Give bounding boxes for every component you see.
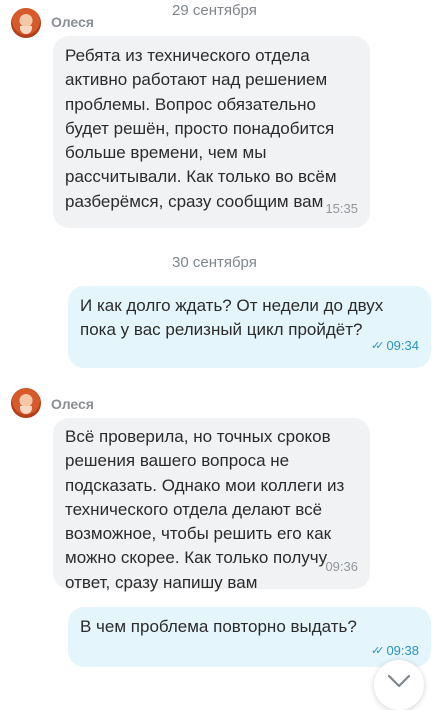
- outgoing-message-bubble[interactable]: И как долго ждать? От недели до двух пок…: [68, 286, 431, 368]
- message-time: 15:35: [325, 200, 358, 216]
- message-text: Всё проверила, но точных сроков решения …: [65, 427, 345, 592]
- double-check-icon: ✓✓: [371, 339, 385, 352]
- message-text: И как долго ждать? От недели до двух пок…: [80, 296, 384, 340]
- outgoing-message-bubble[interactable]: В чем проблема повторно выдать? ✓✓ 09:38: [68, 607, 431, 667]
- incoming-message-bubble[interactable]: Всё проверила, но точных сроков решения …: [53, 418, 370, 592]
- message-time: 09:38: [386, 642, 419, 658]
- message-time: 09:34: [386, 337, 419, 353]
- incoming-message-bubble[interactable]: Ребята из технического отдела активно ра…: [53, 36, 370, 228]
- message-time-group: ✓✓ 09:34: [371, 334, 419, 359]
- message-time: 09:36: [325, 558, 358, 574]
- sender-name: Олеся: [51, 396, 94, 412]
- date-separator: 29 сентября: [160, 0, 269, 21]
- chevron-down-icon: [387, 674, 411, 688]
- avatar[interactable]: [11, 388, 41, 418]
- avatar[interactable]: [11, 8, 41, 38]
- date-separator: 30 сентября: [160, 252, 269, 273]
- sender-name: Олеся: [51, 14, 94, 30]
- message-text: В чем проблема повторно выдать?: [80, 617, 357, 636]
- double-check-icon: ✓✓: [371, 644, 385, 657]
- scroll-down-button[interactable]: [374, 660, 424, 710]
- message-text: Ребята из технического отдела активно ра…: [65, 46, 337, 211]
